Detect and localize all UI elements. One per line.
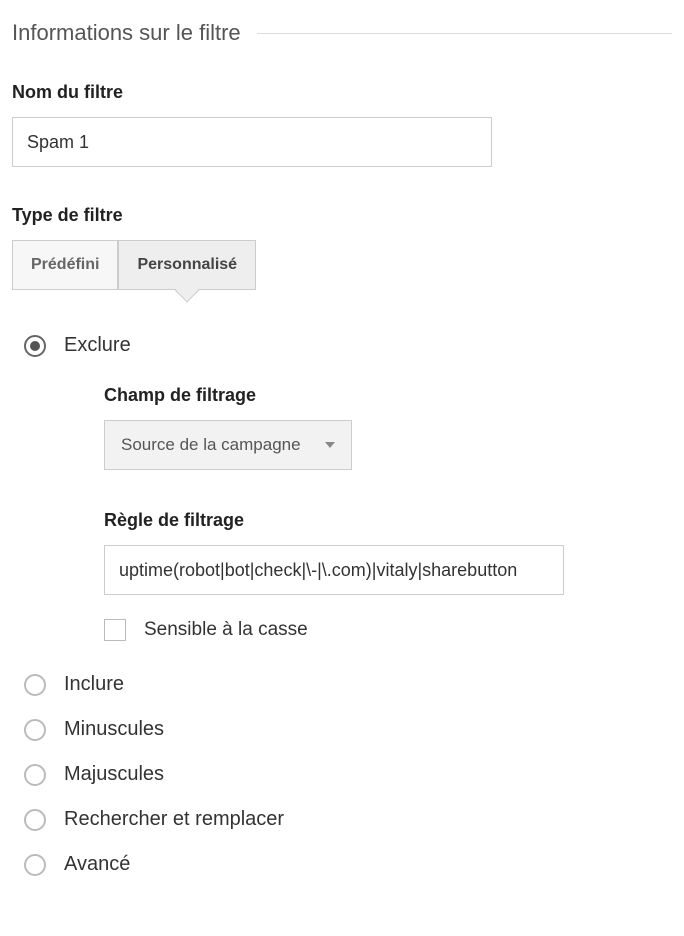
filter-field-label: Champ de filtrage [104,385,672,406]
case-sensitive-checkbox[interactable]: Sensible à la casse [104,619,672,641]
radio-dot-icon [30,341,40,351]
filter-name-input[interactable] [12,117,492,167]
section-title: Informations sur le filtre [12,20,241,46]
dropdown-selected: Source de la campagne [121,435,301,455]
radio-icon [24,809,46,831]
radio-advanced-label: Avancé [64,853,130,876]
filter-rule-label: Règle de filtrage [104,510,672,531]
divider [257,33,672,34]
tab-group: Prédéfini Personnalisé [12,240,672,290]
other-options: Inclure Minuscules Majuscules Rechercher… [24,673,672,876]
radio-include[interactable]: Inclure [24,673,672,696]
filter-field-dropdown[interactable]: Source de la campagne [104,420,352,470]
radio-search-replace-label: Rechercher et remplacer [64,808,284,831]
case-sensitive-label: Sensible à la casse [144,619,308,641]
tab-predefined[interactable]: Prédéfini [12,240,118,290]
filter-type-block: Type de filtre Prédéfini Personnalisé [12,205,672,290]
tab-custom[interactable]: Personnalisé [118,240,256,290]
radio-uppercase[interactable]: Majuscules [24,763,672,786]
filter-name-block: Nom du filtre [12,82,672,167]
chevron-down-icon [325,442,335,448]
radio-icon [24,674,46,696]
radio-exclude[interactable]: Exclure [24,334,672,357]
checkbox-icon [104,619,126,641]
radio-uppercase-label: Majuscules [64,763,164,786]
exclude-settings: Champ de filtrage Source de la campagne … [24,385,672,641]
radio-icon [24,854,46,876]
radio-icon [24,719,46,741]
filter-options: Exclure Champ de filtrage Source de la c… [12,334,672,876]
filter-rule-input[interactable] [104,545,564,595]
radio-icon [24,764,46,786]
radio-lowercase[interactable]: Minuscules [24,718,672,741]
radio-exclude-label: Exclure [64,334,131,357]
filter-name-label: Nom du filtre [12,82,672,103]
radio-include-label: Inclure [64,673,124,696]
radio-advanced[interactable]: Avancé [24,853,672,876]
filter-type-label: Type de filtre [12,205,672,226]
radio-lowercase-label: Minuscules [64,718,164,741]
radio-icon [24,335,46,357]
radio-search-replace[interactable]: Rechercher et remplacer [24,808,672,831]
section-header: Informations sur le filtre [12,20,672,46]
